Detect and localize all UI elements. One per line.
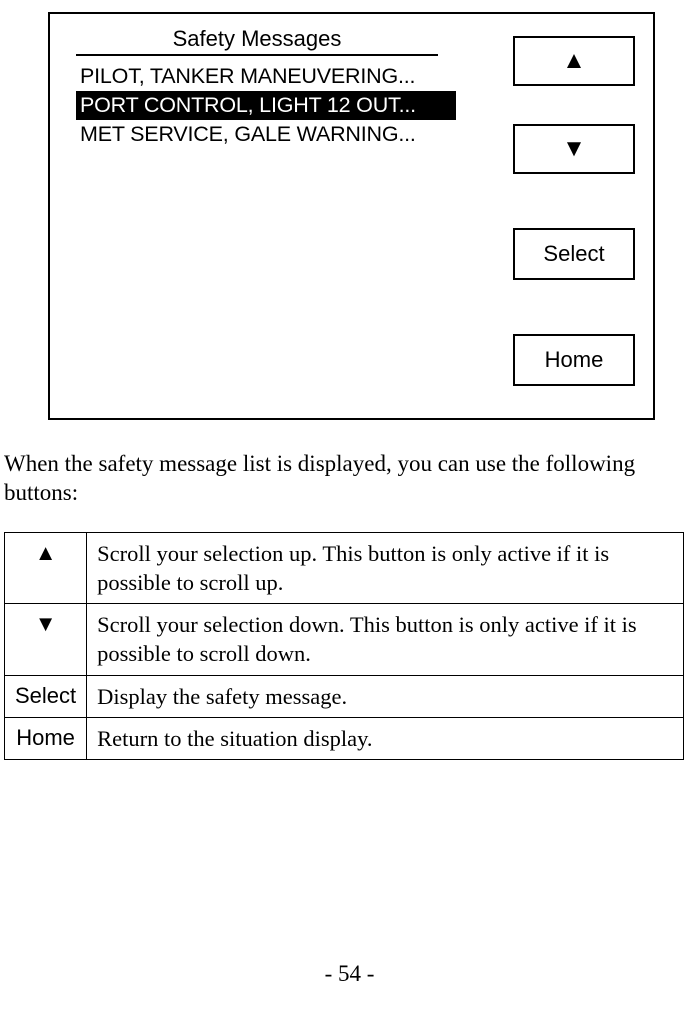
body-paragraph: When the safety message list is displaye… [4, 450, 689, 508]
select-button-label: Select [543, 241, 604, 267]
home-button-label: Home [545, 347, 604, 373]
title-underline [76, 54, 438, 56]
message-item-selected[interactable]: PORT CONTROL, LIGHT 12 OUT... [76, 91, 456, 120]
device-screen-illustration: Safety Messages PILOT, TANKER MANEUVERIN… [48, 12, 655, 420]
up-triangle-icon: ▲ [562, 47, 586, 75]
table-cell-desc: Scroll your selection down. This button … [87, 604, 684, 676]
scroll-up-button[interactable]: ▲ [513, 36, 635, 86]
table-cell-icon: ▲ [5, 532, 87, 604]
table-cell-icon: ▼ [5, 604, 87, 676]
screen-title: Safety Messages [76, 26, 438, 52]
side-button-column: ▲ ▼ Select Home [513, 36, 635, 386]
table-cell-desc: Display the safety message. [87, 675, 684, 717]
table-cell-desc: Scroll your selection up. This button is… [87, 532, 684, 604]
table-cell-icon: Select [5, 675, 87, 717]
table-cell-icon: Home [5, 717, 87, 759]
table-row: Home Return to the situation display. [5, 717, 684, 759]
message-list: PILOT, TANKER MANEUVERING... PORT CONTRO… [76, 62, 456, 149]
message-item[interactable]: MET SERVICE, GALE WARNING... [76, 120, 456, 149]
message-item[interactable]: PILOT, TANKER MANEUVERING... [76, 62, 456, 91]
down-triangle-icon: ▼ [562, 135, 586, 163]
table-row: ▼ Scroll your selection down. This butto… [5, 604, 684, 676]
table-row: Select Display the safety message. [5, 675, 684, 717]
button-description-table: ▲ Scroll your selection up. This button … [4, 532, 684, 761]
select-button[interactable]: Select [513, 228, 635, 280]
table-row: ▲ Scroll your selection up. This button … [5, 532, 684, 604]
home-button[interactable]: Home [513, 334, 635, 386]
table-cell-desc: Return to the situation display. [87, 717, 684, 759]
page-number: - 54 - [0, 961, 699, 987]
scroll-down-button[interactable]: ▼ [513, 124, 635, 174]
